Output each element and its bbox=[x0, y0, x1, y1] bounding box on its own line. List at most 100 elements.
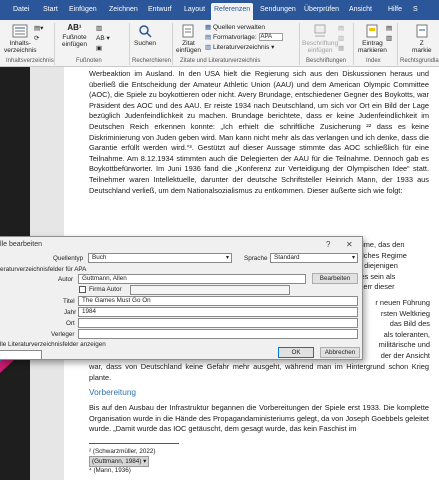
tab-einfuegen[interactable]: Einfügen bbox=[66, 3, 100, 20]
bibliography-icon: ▥ bbox=[205, 44, 212, 51]
tab-referenzen[interactable]: Referenzen bbox=[211, 3, 254, 20]
peek-line: r, diejenigen bbox=[358, 261, 398, 271]
formatvorlage-select[interactable]: APA bbox=[258, 33, 283, 42]
style-icon: ▤ bbox=[205, 34, 212, 41]
group-zitate: Zitate und Literaturverzeichnis bbox=[180, 58, 261, 64]
insert-figure-table-icon[interactable]: ▤ bbox=[338, 24, 344, 33]
sprache-label: Sprache bbox=[244, 255, 268, 262]
suchen-button[interactable]: Suchen bbox=[134, 24, 156, 47]
body-paragraph[interactable]: war, dass von Deutschland keine Gefahr m… bbox=[89, 362, 429, 383]
quellentyp-select[interactable]: Buch ▾ bbox=[88, 253, 232, 263]
eintrag-label: Eintrag markieren bbox=[358, 40, 387, 54]
tab-start[interactable]: Start bbox=[40, 3, 61, 20]
jahr-label: Jahr bbox=[64, 309, 77, 316]
sprache-value: Standard bbox=[274, 254, 300, 261]
verleger-field[interactable] bbox=[78, 329, 358, 339]
update-table-icon[interactable]: ⟳ bbox=[34, 34, 39, 43]
inhaltsverzeichnis-button[interactable]: Inhalts- verzeichnis bbox=[4, 24, 37, 54]
quellentyp-value: Buch bbox=[92, 254, 107, 261]
insert-index-icon[interactable]: ▤ bbox=[386, 24, 392, 33]
ok-button[interactable]: OK bbox=[278, 347, 314, 358]
chevron-down-icon[interactable]: ▾ bbox=[143, 458, 146, 465]
eintrag-markieren-button[interactable]: Eintrag markieren bbox=[358, 24, 387, 54]
tab-datei[interactable]: Datei bbox=[10, 3, 32, 20]
peek-line: militärische und bbox=[378, 340, 430, 350]
quellen-verwalten-button[interactable]: ▦ Quellen verwalten bbox=[205, 23, 265, 32]
update-index-icon[interactable]: ▥ bbox=[386, 34, 392, 43]
peek-line: gime, das den bbox=[358, 240, 405, 249]
update-table-icon[interactable]: ▥ bbox=[338, 34, 344, 43]
tab-layout[interactable]: Layout bbox=[181, 3, 208, 20]
body-paragraph[interactable]: Bis auf den Ausbau der Infrastruktur beg… bbox=[89, 403, 429, 435]
show-notes-icon[interactable]: ▣ bbox=[96, 44, 102, 53]
cancel-button[interactable]: Abbrechen bbox=[320, 347, 360, 358]
peek-line: der der Ansicht bbox=[380, 350, 430, 360]
ribbon-separator bbox=[54, 23, 55, 65]
inhaltsverzeichnis-label: Inhalts- verzeichnis bbox=[4, 40, 37, 54]
literatur-label: Literaturverzeichnis bbox=[212, 44, 270, 51]
help-icon[interactable]: ? bbox=[326, 240, 330, 249]
group-inhaltsverzeichnis: Inhaltsverzeichnis bbox=[6, 58, 54, 64]
apa-fields-label: eraturverzeichnisfelder für APA bbox=[0, 266, 87, 273]
tab-ueberpruefen[interactable]: Überprüfen bbox=[301, 3, 342, 20]
literaturverzeichnis-button[interactable]: ▥ Literaturverzeichnis ▾ bbox=[205, 43, 274, 52]
manage-sources-icon: ▦ bbox=[205, 24, 212, 31]
tab-ansicht[interactable]: Ansicht bbox=[346, 3, 375, 20]
zitat-markieren-label: Z markie bbox=[412, 40, 432, 54]
search-icon bbox=[139, 25, 152, 38]
quellentyp-label: Quellentyp bbox=[53, 255, 84, 262]
zitat-markieren-button[interactable]: Z markie bbox=[412, 24, 432, 54]
firma-autor-label: Firma Autor bbox=[89, 286, 122, 293]
zitat-einfuegen-button[interactable]: Zitat einfügen bbox=[176, 24, 201, 54]
fussnote-einfuegen-button[interactable]: AB¹ Fußnote einfügen bbox=[62, 24, 87, 49]
tag-name-field[interactable] bbox=[0, 350, 42, 360]
footnote-separator bbox=[89, 443, 179, 444]
show-all-fields-checkbox[interactable]: lle Literaturverzeichnisfelder anzeigen bbox=[0, 341, 106, 348]
text-add-icon[interactable]: ▤▾ bbox=[34, 24, 43, 33]
table-of-contents-icon bbox=[12, 24, 28, 38]
close-icon[interactable]: ✕ bbox=[346, 240, 353, 249]
edit-source-dialog: lle bearbeiten ? ✕ Quellentyp Buch ▾ Spr… bbox=[0, 236, 363, 360]
chevron-down-icon: ▾ bbox=[225, 255, 229, 261]
peek-text-block: gime, das den olches Regime r, diejenige… bbox=[358, 240, 407, 293]
tab-extra[interactable]: S bbox=[410, 3, 421, 20]
firma-autor-checkbox[interactable] bbox=[79, 286, 86, 293]
autor-label: Autor bbox=[58, 276, 74, 283]
beschriftung-button[interactable]: Beschriftung einfügen bbox=[302, 24, 338, 54]
ribbon-separator bbox=[397, 23, 398, 65]
caption-icon bbox=[314, 24, 326, 37]
tab-hilfe[interactable]: Hilfe bbox=[385, 3, 405, 20]
beschriftung-label: Beschriftung einfügen bbox=[302, 40, 339, 54]
group-beschriftungen: Beschriftungen bbox=[306, 58, 347, 64]
footnote-4[interactable]: ⁴ (Mann, 1936) bbox=[89, 466, 131, 475]
verleger-label: Verleger bbox=[51, 331, 75, 338]
titel-field[interactable]: The Games Must Go On bbox=[78, 296, 358, 306]
section-heading[interactable]: Vorbereitung bbox=[89, 387, 136, 397]
tab-sendungen[interactable]: Sendungen bbox=[257, 3, 299, 20]
citation-text: (Guttmann, 1984) bbox=[92, 458, 142, 465]
formatvorlage-control[interactable]: ▤ Formatvorlage: APA bbox=[205, 33, 283, 42]
formatvorlage-label: Formatvorlage: bbox=[212, 34, 257, 41]
cross-reference-icon[interactable]: ▦ bbox=[338, 44, 344, 53]
peek-line: das Bild des bbox=[389, 319, 430, 329]
citation-icon bbox=[182, 24, 194, 38]
ribbon-panel: Inhalts- verzeichnis ▤▾ ⟳ Inhaltsverzeic… bbox=[0, 20, 439, 67]
chevron-down-icon: ▾ bbox=[351, 255, 355, 261]
jahr-field[interactable]: 1984 bbox=[78, 307, 358, 317]
bearbeiten-button[interactable]: Bearbeiten bbox=[312, 273, 358, 284]
peek-line: als toleranten, bbox=[383, 329, 430, 339]
body-paragraph[interactable]: Werbeaktion im Ausland. In den USA hielt… bbox=[89, 69, 429, 196]
ort-field[interactable] bbox=[78, 318, 358, 328]
sprache-select[interactable]: Standard ▾ bbox=[270, 253, 358, 263]
autor-field[interactable]: Guttmann, Allen bbox=[78, 274, 306, 284]
tab-zeichnen[interactable]: Zeichnen bbox=[106, 3, 141, 20]
peek-line: rsten Weltkrieg bbox=[380, 308, 430, 318]
footnote-2[interactable]: ² (Schwarzmüller, 2022) bbox=[89, 447, 156, 456]
ribbon-separator bbox=[299, 23, 300, 65]
zitat-label: Zitat einfügen bbox=[176, 40, 201, 54]
firma-autor-field[interactable] bbox=[130, 285, 290, 295]
insert-endnote-icon[interactable]: ▥ bbox=[96, 24, 102, 33]
tab-entwurf[interactable]: Entwurf bbox=[145, 3, 175, 20]
peek-line: Herr dieser bbox=[358, 282, 395, 292]
next-footnote-icon[interactable]: AB ▾ bbox=[96, 34, 110, 43]
